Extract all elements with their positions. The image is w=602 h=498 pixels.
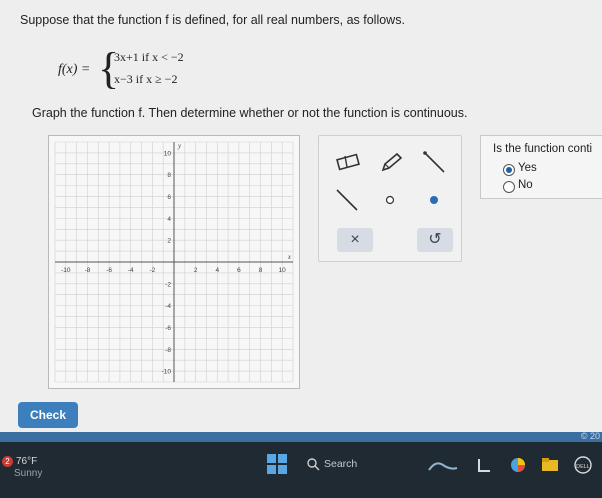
y-tick-label: 6 [167,194,171,201]
y-tick-label: -2 [165,281,171,288]
graph-area[interactable]: -10 -8 -6 -4 -2 2 4 6 8 10 10 8 6 4 2 -2 -4 -6 -8 -10 x y [48,135,300,389]
weather-condition[interactable]: Sunny [14,468,42,479]
piece-one: 3x+1 if x < −2 [114,50,184,64]
copyright-text: © 20 [580,431,600,441]
y-tick-label: -8 [165,347,171,354]
color-wheel-icon[interactable] [508,456,528,474]
ray-icon[interactable] [417,148,451,176]
eraser-icon[interactable] [331,148,365,176]
radio-no-label: No [518,179,533,191]
file-explorer-icon[interactable] [540,456,560,474]
y-tick-label: 10 [164,150,172,157]
y-tick-label: -10 [162,369,172,376]
pencil-icon[interactable] [373,148,407,176]
footer-strip: © 20 [0,431,602,442]
y-tick-label: 8 [167,172,171,179]
function-name: f(x) = [58,62,91,77]
closed-dot-icon[interactable] [417,186,451,214]
dell-icon[interactable]: DELL [572,456,594,474]
assignment-screen: Suppose that the function f is defined, … [0,0,602,432]
piece-two: x−3 if x ≥ −2 [114,72,178,86]
y-tick-label: -4 [165,303,171,310]
x-tick-label: 10 [279,267,287,274]
terminal-icon[interactable] [474,456,494,474]
notification-badge: 2 [2,456,13,467]
undo-button[interactable]: ↺ [417,228,453,252]
segment-icon[interactable] [331,186,365,214]
radio-yes[interactable]: Yes [503,162,583,178]
radio-button[interactable] [503,181,515,193]
y-tick-label: 4 [167,216,171,223]
svg-text:DELL: DELL [576,464,590,470]
x-tick-label: -4 [128,267,134,274]
taskbar: 2 76°F Sunny Search DELL [0,442,602,498]
x-tick-label: -8 [85,267,91,274]
continuity-question: Is the function conti [493,143,593,155]
x-tick-label: 6 [237,267,241,274]
search-icon [307,458,320,471]
taskbar-search[interactable]: Search [306,454,386,474]
open-circle-icon[interactable] [373,186,407,214]
x-tick-label: -10 [61,267,71,274]
x-axis-label: x [287,253,292,261]
x-tick-label: 2 [194,267,198,274]
landscape-widget-icon[interactable] [428,456,458,474]
coordinate-grid[interactable]: -10 -8 -6 -4 -2 2 4 6 8 10 10 8 6 4 2 -2 -4 -6 -8 -10 x y [49,136,299,388]
continuity-panel: Is the function conti Yes No [480,135,602,199]
x-tick-label: 8 [259,267,263,274]
weather-temperature[interactable]: 76°F [16,456,37,467]
y-tick-label: 2 [167,238,171,245]
piecewise-function: f(x) = { 3x+1 if x < −2 x−3 if x ≥ −2 [58,44,248,98]
x-tick-label: -6 [106,267,112,274]
y-tick-label: -6 [165,325,171,332]
x-tick-label: -2 [149,267,155,274]
graph-tool-panel: × ↺ [318,135,462,262]
radio-yes-label: Yes [518,162,537,174]
question-instruction: Graph the function f. Then determine whe… [32,106,468,120]
search-label: Search [324,458,358,470]
radio-button[interactable] [503,164,515,176]
radio-no[interactable]: No [503,179,583,195]
question-prompt: Suppose that the function f is defined, … [20,13,405,27]
y-axis-label: y [177,142,182,150]
x-tick-label: 4 [215,267,219,274]
windows-start-icon[interactable] [267,454,287,474]
clear-button[interactable]: × [337,228,373,252]
check-button[interactable]: Check [18,402,78,428]
